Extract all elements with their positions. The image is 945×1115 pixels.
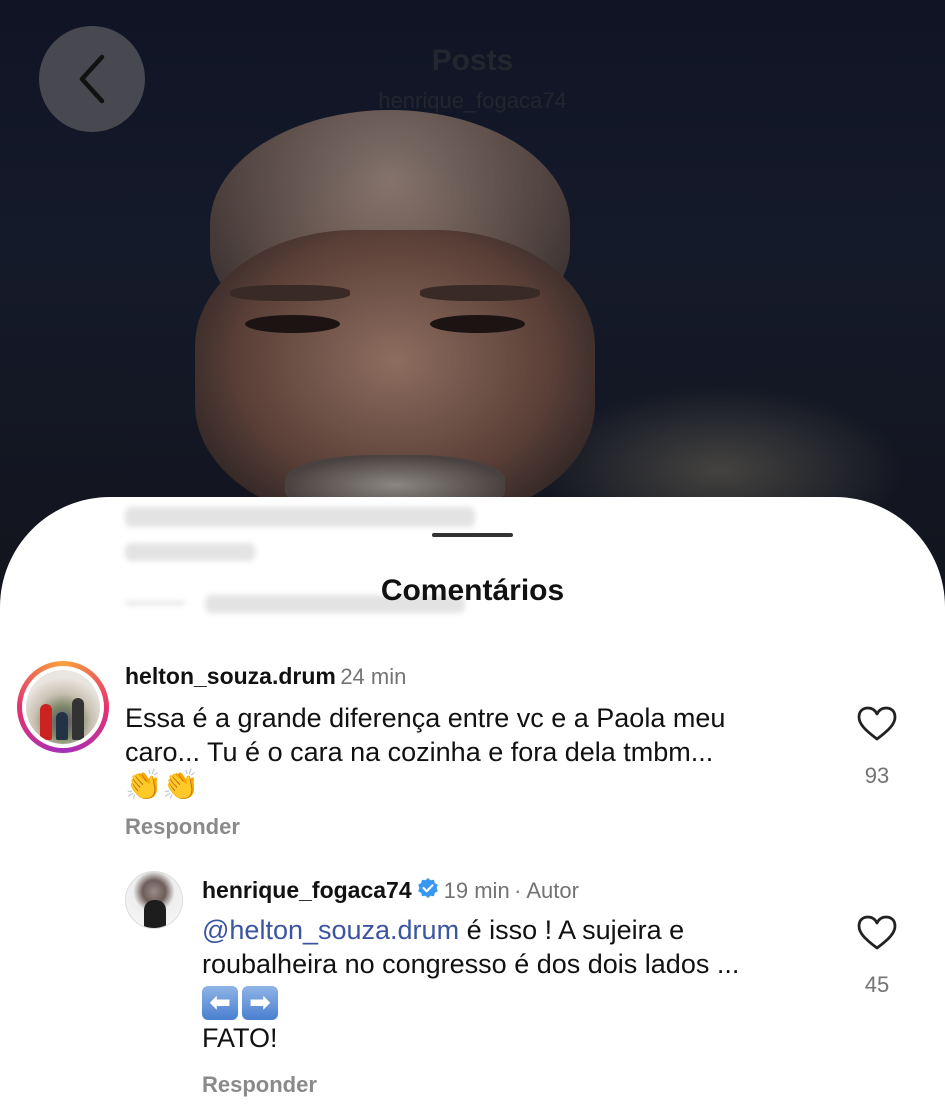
comment-item: helton_souza.drum 24 min Essa é a grande… <box>0 657 945 847</box>
avatar-figure <box>40 704 52 740</box>
avatar-figure <box>72 698 84 740</box>
photo-eye-right <box>430 315 525 333</box>
comment-reply-item: henrique_fogaca74 19 min · Autor @helton… <box>0 867 945 1107</box>
comment-header: henrique_fogaca74 19 min · Autor <box>202 877 579 904</box>
chevron-left-icon <box>79 54 105 104</box>
photo-eye-left <box>245 315 340 333</box>
like-count: 45 <box>864 972 890 997</box>
comment-text: @helton_souza.drum é isso ! A sujeira e … <box>202 913 739 1055</box>
back-button[interactable] <box>39 26 145 132</box>
like-count: 93 <box>864 763 890 788</box>
comment-text-fragment: é isso ! A sujeira e <box>459 915 685 945</box>
mention-link[interactable]: @helton_souza.drum <box>202 915 459 945</box>
verified-badge-icon <box>417 878 438 898</box>
author-tag: · Autor <box>514 878 579 903</box>
comment-emoji: 👏👏 <box>125 769 200 802</box>
comment-text-line: @helton_souza.drum é isso ! A sujeira e <box>202 913 739 947</box>
comment-text-line: roubalheira no congresso é dos dois lado… <box>202 949 740 979</box>
comment-text: Essa é a grande diferença entre vc e a P… <box>125 701 725 803</box>
heart-icon[interactable] <box>857 915 897 951</box>
comment-text-line: FATO! <box>202 1023 278 1053</box>
sheet-drag-handle[interactable] <box>432 533 513 537</box>
avatar[interactable] <box>17 661 109 753</box>
comments-sheet: Comentários helton_souza.drum 24 min Ess… <box>0 497 945 1115</box>
reply-button[interactable]: Responder <box>202 1072 317 1098</box>
blurred-background-line <box>125 507 475 527</box>
comment-time: 24 min <box>340 664 407 689</box>
photo-brow-left <box>230 285 350 301</box>
comment-text-line: Essa é a grande diferença entre vc e a P… <box>125 703 726 733</box>
reply-button[interactable]: Responder <box>125 814 240 840</box>
comment-username[interactable]: helton_souza.drum <box>125 663 336 689</box>
heart-icon[interactable] <box>857 706 897 742</box>
avatar[interactable] <box>125 871 183 929</box>
comment-time: 19 min <box>443 878 510 903</box>
left-arrow-emoji: ⬅ <box>202 986 238 1020</box>
comment-username[interactable]: henrique_fogaca74 <box>202 877 412 903</box>
comment-text-line: caro... Tu é o cara na cozinha e fora de… <box>125 737 714 767</box>
sheet-title: Comentários <box>380 574 565 607</box>
right-arrow-emoji: ➡ <box>242 986 278 1020</box>
comment-arrows: ⬅ ➡ <box>202 981 739 1021</box>
blurred-background-line <box>125 543 255 561</box>
avatar-figure <box>56 712 68 740</box>
photo-brow-right <box>420 285 540 301</box>
avatar-image <box>26 670 100 744</box>
comment-header: helton_souza.drum 24 min <box>125 663 406 690</box>
avatar-figure <box>144 900 166 928</box>
